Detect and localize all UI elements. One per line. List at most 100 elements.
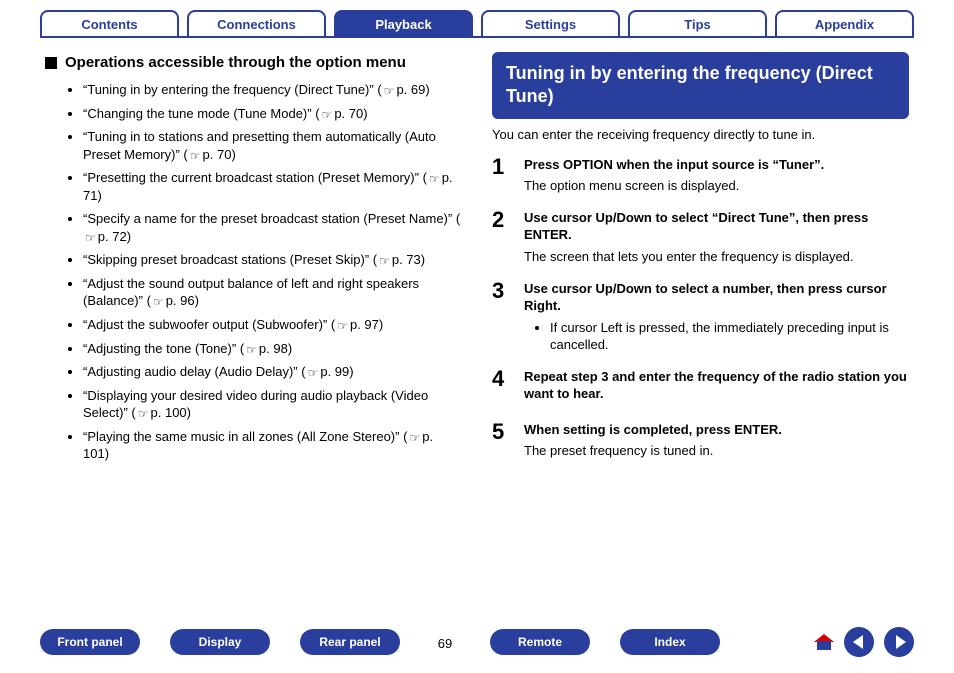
list-item-text: “Presetting the current broadcast statio… [83, 170, 419, 185]
left-column: Operations accessible through the option… [45, 48, 462, 474]
step-heading: When setting is completed, press ENTER. [524, 421, 909, 439]
home-button[interactable] [814, 634, 834, 651]
nav-label: Index [654, 635, 685, 649]
nav-display[interactable]: Display [170, 629, 270, 655]
nav-front-panel[interactable]: Front panel [40, 629, 140, 655]
step-sub-list: If cursor Left is pressed, the immediate… [540, 319, 909, 354]
list-item-text: “Changing the tune mode (Tune Mode)” [83, 106, 312, 121]
tab-label: Tips [684, 17, 711, 32]
list-item[interactable]: “Tuning in by entering the frequency (Di… [83, 81, 462, 99]
tab-settings[interactable]: Settings [481, 10, 620, 36]
list-item-text: “Adjusting the tone (Tone)” [83, 341, 236, 356]
list-item-page: p. 72 [98, 229, 127, 244]
right-column: Tuning in by entering the frequency (Dir… [492, 48, 909, 474]
step-description: The screen that lets you enter the frequ… [524, 248, 909, 266]
pointer-icon: ☞ [190, 148, 201, 164]
step-number: 4 [492, 368, 510, 407]
step-row: 4 Repeat step 3 and enter the frequency … [492, 368, 909, 407]
section-lead: You can enter the receiving frequency di… [492, 127, 909, 142]
nav-label: Rear panel [319, 635, 380, 649]
step-body: When setting is completed, press ENTER. … [524, 421, 909, 460]
list-item[interactable]: “Displaying your desired video during au… [83, 387, 462, 422]
list-item[interactable]: “Specify a name for the preset broadcast… [83, 210, 462, 245]
list-item-text: “Adjust the subwoofer output (Subwoofer)… [83, 317, 327, 332]
step-row: 2 Use cursor Up/Down to select “Direct T… [492, 209, 909, 266]
next-page-button[interactable] [884, 627, 914, 657]
page-content: Operations accessible through the option… [0, 38, 954, 474]
pointer-icon: ☞ [308, 365, 319, 381]
list-item-page: p. 70 [334, 106, 363, 121]
step-number: 1 [492, 156, 510, 195]
step-body: Use cursor Up/Down to select a number, t… [524, 280, 909, 354]
list-item[interactable]: “Adjust the sound output balance of left… [83, 275, 462, 310]
list-item-text: “Adjust the sound output balance of left… [83, 276, 419, 309]
square-bullet-icon [45, 57, 57, 69]
step-heading: Use cursor Up/Down to select “Direct Tun… [524, 209, 909, 244]
list-item[interactable]: “Playing the same music in all zones (Al… [83, 428, 462, 463]
tab-connections[interactable]: Connections [187, 10, 326, 36]
pointer-icon: ☞ [384, 83, 395, 99]
list-item-text: “Displaying your desired video during au… [83, 388, 428, 421]
list-item-page: p. 70 [203, 147, 232, 162]
step-body: Repeat step 3 and enter the frequency of… [524, 368, 909, 407]
list-item-page: p. 69 [396, 82, 425, 97]
nav-index[interactable]: Index [620, 629, 720, 655]
list-item[interactable]: “Skipping preset broadcast stations (Pre… [83, 251, 462, 269]
pointer-icon: ☞ [153, 294, 164, 310]
home-icon-base [817, 641, 831, 650]
list-item[interactable]: “Changing the tune mode (Tune Mode)” (☞p… [83, 105, 462, 123]
section-heading-text: Operations accessible through the option… [65, 54, 406, 71]
step-number: 5 [492, 421, 510, 460]
list-item[interactable]: “Adjust the subwoofer output (Subwoofer)… [83, 316, 462, 334]
tab-label: Playback [375, 17, 431, 32]
step-row: 3 Use cursor Up/Down to select a number,… [492, 280, 909, 354]
nav-label: Display [199, 635, 242, 649]
step-heading: Press OPTION when the input source is “T… [524, 156, 909, 174]
nav-label: Front panel [57, 635, 122, 649]
section-heading: Operations accessible through the option… [45, 54, 462, 71]
page-number: 69 [430, 633, 460, 651]
list-item[interactable]: “Presetting the current broadcast statio… [83, 169, 462, 204]
list-item[interactable]: “Adjusting audio delay (Audio Delay)” (☞… [83, 363, 462, 381]
tab-contents[interactable]: Contents [40, 10, 179, 36]
list-item-text: “Adjusting audio delay (Audio Delay)” [83, 364, 298, 379]
step-description: The preset frequency is tuned in. [524, 442, 909, 460]
pointer-icon: ☞ [429, 171, 440, 187]
step-sub-item: If cursor Left is pressed, the immediate… [550, 319, 909, 354]
nav-rear-panel[interactable]: Rear panel [300, 629, 400, 655]
list-item-page: p. 73 [392, 252, 421, 267]
tab-appendix[interactable]: Appendix [775, 10, 914, 36]
tab-label: Contents [81, 17, 137, 32]
nav-icons [814, 627, 914, 657]
list-item[interactable]: “Tuning in to stations and presetting th… [83, 128, 462, 163]
step-number: 2 [492, 209, 510, 266]
tab-label: Settings [525, 17, 576, 32]
list-item-text: “Tuning in by entering the frequency (Di… [83, 82, 374, 97]
list-item-text: “Skipping preset broadcast stations (Pre… [83, 252, 369, 267]
bottom-nav: Front panel Display Rear panel 69 Remote… [0, 627, 954, 657]
list-item-page: p. 97 [350, 317, 379, 332]
arrow-right-icon [896, 635, 906, 649]
list-item-text: “Playing the same music in all zones (Al… [83, 429, 399, 444]
pointer-icon: ☞ [322, 107, 333, 123]
tab-tips[interactable]: Tips [628, 10, 767, 36]
pointer-icon: ☞ [337, 318, 348, 334]
pointer-icon: ☞ [138, 406, 149, 422]
nav-remote[interactable]: Remote [490, 629, 590, 655]
step-description: The option menu screen is displayed. [524, 177, 909, 195]
pointer-icon: ☞ [246, 342, 257, 358]
section-title: Tuning in by entering the frequency (Dir… [492, 52, 909, 119]
list-item-text: “Specify a name for the preset broadcast… [83, 211, 452, 226]
list-item[interactable]: “Adjusting the tone (Tone)” (☞p. 98) [83, 340, 462, 358]
prev-page-button[interactable] [844, 627, 874, 657]
top-tabs: Contents Connections Playback Settings T… [0, 0, 954, 36]
tab-label: Appendix [815, 17, 874, 32]
tab-playback[interactable]: Playback [334, 10, 473, 36]
list-item-page: p. 99 [320, 364, 349, 379]
step-row: 5 When setting is completed, press ENTER… [492, 421, 909, 460]
arrow-left-icon [853, 635, 863, 649]
list-item-page: p. 96 [166, 293, 195, 308]
pointer-icon: ☞ [379, 253, 390, 269]
step-row: 1 Press OPTION when the input source is … [492, 156, 909, 195]
pointer-icon: ☞ [85, 230, 96, 246]
